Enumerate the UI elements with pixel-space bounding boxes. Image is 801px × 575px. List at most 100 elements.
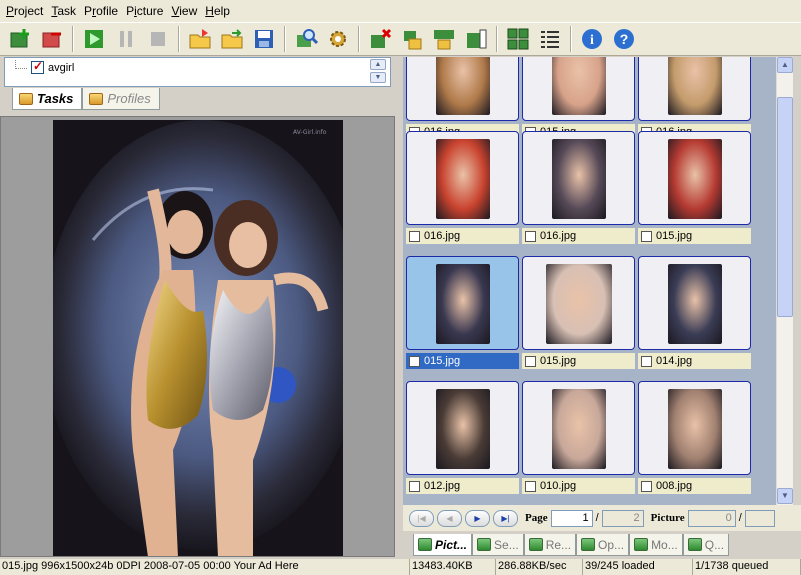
thumbnail-image — [667, 264, 722, 344]
toolbar-separator — [496, 26, 498, 52]
thumbnail-checkbox[interactable] — [641, 355, 652, 367]
scroll-down-button[interactable]: ▼ — [777, 488, 793, 504]
thumbnail-checkbox[interactable] — [525, 230, 536, 242]
upload-button[interactable] — [462, 25, 490, 53]
save-button[interactable] — [250, 25, 278, 53]
results-icon — [528, 538, 543, 551]
task-label[interactable]: avgirl — [48, 62, 74, 74]
thumbnails-view-button[interactable] — [504, 25, 532, 53]
download-all-button[interactable] — [430, 25, 458, 53]
pause-button[interactable] — [112, 25, 140, 53]
menu-help[interactable]: Help — [201, 1, 234, 21]
thumbnail-item[interactable] — [522, 57, 635, 121]
thumbnail-item[interactable] — [522, 131, 635, 225]
thumbnail-checkbox[interactable] — [641, 480, 652, 492]
thumbnail-item[interactable] — [638, 381, 751, 475]
thumbnail-filename: 010.jpg — [540, 480, 577, 492]
tree-scroll-down-button[interactable]: ▼ — [370, 72, 386, 83]
tab-profiles[interactable]: Profiles — [82, 88, 160, 110]
prev-page-button[interactable]: ◀ — [437, 509, 462, 527]
thumbnail-image — [667, 139, 722, 219]
thumbnail-filename: 016.jpg — [424, 230, 461, 242]
pause-icon — [120, 31, 132, 47]
next-page-icon: ▶ — [474, 513, 481, 523]
thumbnail-label: 012.jpg — [406, 478, 519, 494]
thumbnail-item[interactable] — [638, 131, 751, 225]
tab-label: Re... — [545, 537, 572, 552]
thumbnail-item[interactable] — [406, 131, 519, 225]
thumbnail-item[interactable] — [638, 57, 751, 121]
thumbnail-item[interactable] — [638, 256, 751, 350]
download-all-icon — [434, 30, 454, 50]
menu-project[interactable]: Project — [2, 1, 47, 21]
stop-button[interactable] — [144, 25, 172, 53]
first-page-button[interactable]: |◀ — [409, 509, 434, 527]
page-total-field: 2 — [601, 509, 644, 527]
thumbnail-grid: 016.jpg015.jpg016.jpg016.jpg016.jpg015.j… — [403, 57, 776, 505]
details-view-button[interactable] — [536, 25, 564, 53]
help-button[interactable]: ? — [610, 25, 638, 53]
tab-monitor[interactable]: Mo... — [629, 534, 683, 556]
thumbnail-item[interactable] — [522, 256, 635, 350]
tab-queue[interactable]: Q... — [682, 534, 730, 556]
menu-view[interactable]: View — [167, 1, 201, 21]
menu-task[interactable]: Task — [47, 1, 80, 21]
tab-tasks[interactable]: Tasks — [12, 88, 83, 110]
task-tree-item[interactable]: avgirl — [15, 59, 74, 74]
tab-pictures[interactable]: Pict... — [413, 534, 473, 556]
start-button[interactable] — [80, 25, 108, 53]
scroll-thumb[interactable] — [777, 97, 793, 317]
tab-profiles-label: Profiles — [107, 91, 151, 106]
thumbnail-checkbox[interactable] — [409, 355, 420, 367]
picture-number-input[interactable]: 0 — [687, 509, 736, 527]
thumbnail-item[interactable] — [406, 57, 519, 121]
vertical-scrollbar[interactable]: ▲ ▼ — [776, 57, 793, 505]
delete-button[interactable] — [366, 25, 394, 53]
thumbnail-item[interactable] — [406, 256, 519, 350]
first-page-icon: |◀ — [417, 513, 426, 523]
thumbnail-item[interactable] — [406, 381, 519, 475]
start-icon — [85, 30, 103, 48]
tab-options[interactable]: Op... — [576, 534, 630, 556]
page-number-input[interactable]: 1 — [550, 509, 593, 527]
thumbnail-checkbox[interactable] — [525, 480, 536, 492]
thumbnail-label: 008.jpg — [638, 478, 751, 494]
next-page-button[interactable]: ▶ — [465, 509, 490, 527]
thumbnail-item[interactable] — [522, 381, 635, 475]
save-icon — [255, 30, 273, 48]
thumbnail-filename: 014.jpg — [656, 355, 693, 367]
thumbnail-checkbox[interactable] — [409, 230, 420, 242]
new-task-button[interactable] — [6, 25, 34, 53]
last-page-icon: ▶| — [501, 513, 510, 523]
scroll-up-button[interactable]: ▲ — [777, 57, 793, 73]
options-icon — [581, 538, 596, 551]
tab-results[interactable]: Re... — [523, 534, 577, 556]
tab-tasks-label: Tasks — [37, 91, 74, 106]
tab-search[interactable]: Se... — [472, 534, 524, 556]
last-page-button[interactable]: ▶| — [493, 509, 518, 527]
thumbnail-label: 015.jpg — [406, 353, 519, 369]
thumbnail-checkbox[interactable] — [641, 230, 652, 242]
page-label: Page — [525, 512, 548, 524]
thumbnail-filename: 016.jpg — [540, 230, 577, 242]
open-folder-button[interactable] — [186, 25, 214, 53]
thumbnail-checkbox[interactable] — [525, 355, 536, 367]
tree-scroll-up-button[interactable]: ▲ — [370, 59, 386, 70]
info-button[interactable]: i — [578, 25, 606, 53]
find-button[interactable] — [292, 25, 320, 53]
settings-button[interactable] — [324, 25, 352, 53]
export-folder-button[interactable] — [218, 25, 246, 53]
new-task-icon — [10, 29, 29, 48]
page-navigation-bar: |◀ ◀ ▶ ▶| Page 1 / 2 Picture 0 / — [403, 505, 801, 531]
menu-profile[interactable]: Profile — [80, 1, 122, 21]
remove-task-button[interactable] — [38, 25, 66, 53]
picture-preview: AV-Girl.info — [0, 116, 395, 557]
tab-label: Pict... — [435, 537, 468, 552]
thumbnail-label: 015.jpg — [638, 228, 751, 244]
download-button[interactable] — [398, 25, 426, 53]
thumbnail-checkbox[interactable] — [409, 480, 420, 492]
download-icon — [404, 31, 422, 50]
task-checkbox[interactable] — [31, 59, 44, 74]
menu-picture[interactable]: Picture — [122, 1, 167, 21]
toolbar-separator — [72, 26, 74, 52]
